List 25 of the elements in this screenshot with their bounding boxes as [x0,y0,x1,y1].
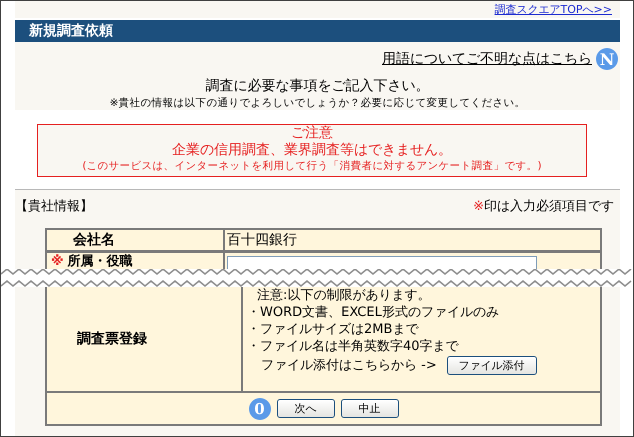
section-title: 【貴社情報】 [15,198,93,216]
note-text: ※貴社の情報は以下の通りでよろしいでしょうか？必要に応じて変更してください。 [15,95,620,110]
note-line: 注意:以下の制限があります。 [256,287,432,304]
required-mark: ※ [51,254,64,268]
instruction-text: 調査に必要な事項をご記入下さい。 [15,71,620,95]
cancel-button[interactable]: 中止 [340,399,398,418]
attach-button[interactable]: ファイル添付 [446,356,537,375]
next-button[interactable]: 次へ [276,399,334,418]
caution-detail: (このサービスは、インターネットを利用して行う「消費者に対するアンケート調査」です。) [81,159,543,174]
nav-icon: 0 [248,398,270,420]
required-note: 印は入力必須項目です [484,199,614,214]
input-field[interactable] [227,256,537,269]
help-link[interactable]: 用語についてご不明な点はこちら [382,50,592,68]
caution-message: 企業の信用調査、業界調査等はできません。 [171,142,453,159]
note-line: ・ファイルサイズは2MBまで [247,321,420,338]
attach-prompt: ファイル添付はこちらから -> [261,357,437,374]
required-mark: ※ [473,199,484,214]
top-link[interactable]: 調査スクエアTOPへ>> [494,2,612,17]
field-label: 所属・役職 [66,254,133,268]
note-line: ・ファイル名は半角英数字40字まで [247,338,460,355]
caution-heading: ご注意 [290,125,334,142]
title-bar: 新規調査依頼 [15,20,620,42]
field-label: 会社名 [72,231,115,249]
note-line: ・WORD文書、EXCEL形式のファイルのみ [247,304,500,321]
field-value: 百十四銀行 [227,231,297,249]
